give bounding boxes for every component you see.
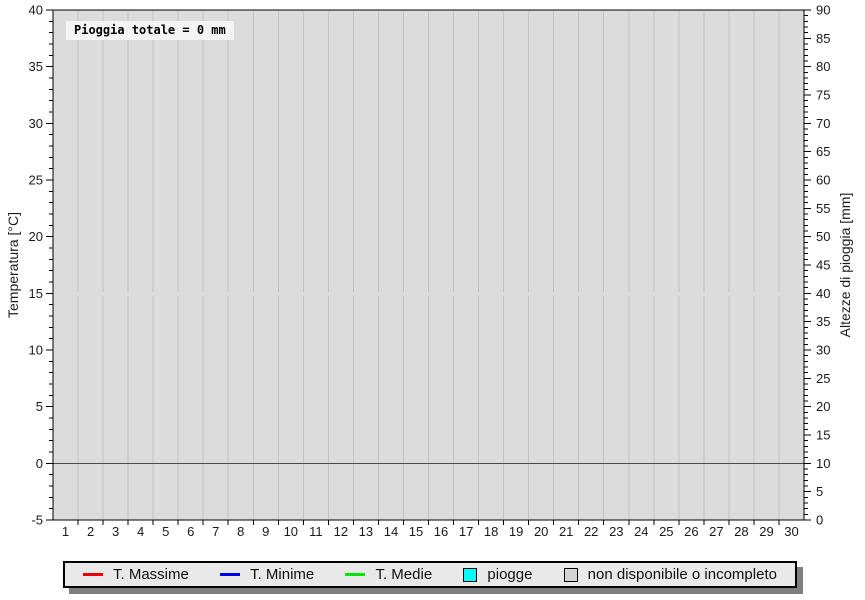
svg-text:5: 5 [36, 399, 43, 414]
svg-text:70: 70 [816, 116, 830, 131]
svg-text:30: 30 [816, 343, 830, 358]
svg-text:12: 12 [334, 524, 348, 539]
svg-text:25: 25 [659, 524, 673, 539]
svg-text:90: 90 [816, 3, 830, 18]
svg-text:30: 30 [29, 116, 43, 131]
svg-text:18: 18 [484, 524, 498, 539]
svg-text:20: 20 [29, 229, 43, 244]
left-axis-title: Temperatura [°C] [4, 10, 22, 520]
legend-item-t-medie: T. Medie [345, 566, 432, 583]
t-massime-line-swatch [83, 573, 103, 576]
svg-text:5: 5 [816, 484, 823, 499]
svg-text:24: 24 [634, 524, 648, 539]
svg-text:17: 17 [459, 524, 473, 539]
svg-text:20: 20 [534, 524, 548, 539]
svg-text:27: 27 [709, 524, 723, 539]
svg-text:14: 14 [384, 524, 398, 539]
svg-text:65: 65 [816, 144, 830, 159]
svg-text:60: 60 [816, 173, 830, 188]
svg-text:25: 25 [29, 173, 43, 188]
svg-text:1: 1 [62, 524, 69, 539]
weather-chart: -505101520253035400510152025303540455055… [0, 0, 865, 600]
legend-item-t-minime: T. Minime [220, 566, 314, 583]
legend-label-non-disponibile: non disponibile o incompleto [588, 566, 777, 583]
svg-text:40: 40 [29, 3, 43, 18]
svg-text:8: 8 [237, 524, 244, 539]
non-disponibile-square-swatch [564, 568, 578, 582]
right-axis-title: Altezze di pioggia [mm] [836, 10, 854, 520]
svg-text:15: 15 [816, 428, 830, 443]
svg-text:80: 80 [816, 59, 830, 74]
svg-text:45: 45 [816, 258, 830, 273]
svg-text:13: 13 [359, 524, 373, 539]
svg-text:28: 28 [734, 524, 748, 539]
svg-text:10: 10 [816, 456, 830, 471]
svg-text:20: 20 [816, 399, 830, 414]
t-minime-line-swatch [220, 573, 240, 576]
svg-text:11: 11 [309, 524, 323, 539]
svg-text:9: 9 [262, 524, 269, 539]
svg-text:19: 19 [509, 524, 523, 539]
legend-item-piogge: piogge [463, 566, 532, 583]
svg-text:0: 0 [816, 513, 823, 528]
svg-text:22: 22 [584, 524, 598, 539]
svg-text:4: 4 [137, 524, 144, 539]
legend-item-t-massime: T. Massime [83, 566, 189, 583]
svg-text:23: 23 [609, 524, 623, 539]
svg-text:35: 35 [29, 59, 43, 74]
svg-text:21: 21 [559, 524, 573, 539]
svg-text:2: 2 [87, 524, 94, 539]
svg-text:35: 35 [816, 314, 830, 329]
legend-label-t-minime: T. Minime [250, 566, 314, 583]
svg-text:30: 30 [784, 524, 798, 539]
piogge-square-swatch [463, 568, 477, 582]
svg-text:75: 75 [816, 88, 830, 103]
legend-label-piogge: piogge [487, 566, 532, 583]
svg-text:29: 29 [759, 524, 773, 539]
t-medie-line-swatch [345, 573, 365, 576]
svg-text:15: 15 [29, 286, 43, 301]
svg-text:6: 6 [187, 524, 194, 539]
svg-text:15: 15 [409, 524, 423, 539]
svg-text:55: 55 [816, 201, 830, 216]
svg-text:7: 7 [212, 524, 219, 539]
svg-text:85: 85 [816, 31, 830, 46]
svg-text:10: 10 [284, 524, 298, 539]
legend-label-t-massime: T. Massime [113, 566, 189, 583]
svg-text:40: 40 [816, 286, 830, 301]
svg-text:5: 5 [162, 524, 169, 539]
legend-item-non-disponibile: non disponibile o incompleto [564, 566, 777, 583]
svg-text:26: 26 [684, 524, 698, 539]
svg-text:3: 3 [112, 524, 119, 539]
rain-total-annotation: Pioggia totale = 0 mm [66, 21, 234, 40]
plot-area: -505101520253035400510152025303540455055… [0, 0, 865, 548]
svg-text:10: 10 [29, 343, 43, 358]
legend: T. Massime T. Minime T. Medie piogge non… [63, 561, 797, 588]
legend-label-t-medie: T. Medie [375, 566, 432, 583]
svg-text:25: 25 [816, 371, 830, 386]
svg-text:0: 0 [36, 456, 43, 471]
svg-text:-5: -5 [31, 513, 43, 528]
svg-text:50: 50 [816, 229, 830, 244]
svg-text:16: 16 [434, 524, 448, 539]
